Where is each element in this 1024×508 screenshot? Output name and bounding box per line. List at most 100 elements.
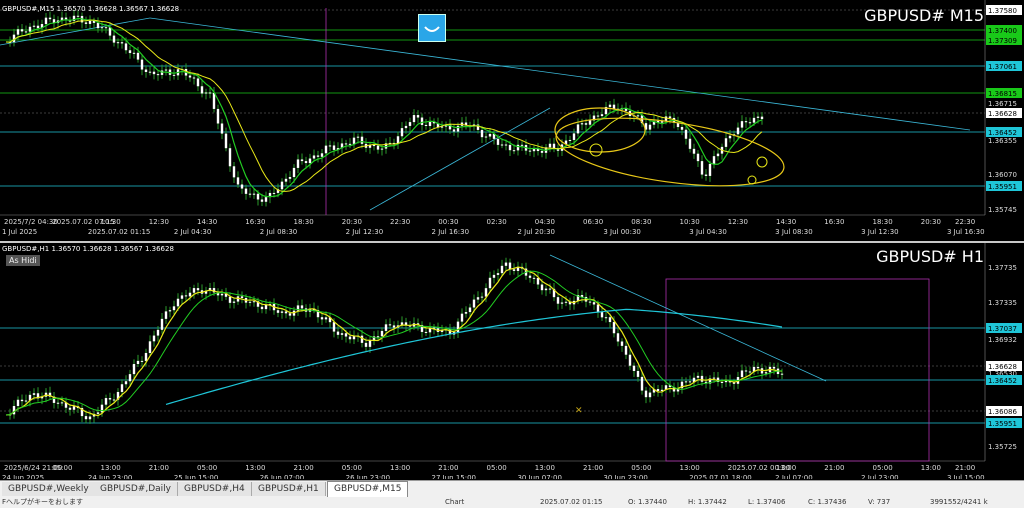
candle-body: [648, 392, 652, 398]
price-label: 1.37580: [988, 7, 1017, 15]
candle-body: [192, 77, 196, 79]
time-label: 18:30: [294, 218, 314, 226]
tab-weekly[interactable]: GBPUSD#,Weekly: [2, 482, 96, 496]
time-label: 12:30: [149, 218, 169, 226]
candle-body: [24, 400, 28, 402]
candle-body: [224, 133, 228, 149]
candle-body: [288, 177, 292, 179]
candle-body: [612, 104, 616, 109]
candle-body: [504, 144, 508, 146]
candle-body: [276, 310, 280, 313]
candle-body: [680, 127, 684, 130]
candle-body: [204, 92, 208, 94]
candle-body: [16, 399, 20, 407]
candle-body: [420, 117, 424, 125]
candle-body: [324, 145, 328, 154]
status-close: C: 1.37436: [808, 498, 847, 506]
candle-body: [608, 317, 612, 323]
candle-body: [460, 313, 464, 322]
candle-body: [580, 123, 584, 125]
candle-body: [384, 324, 388, 331]
candle-body: [168, 310, 172, 312]
candle-body: [332, 322, 336, 332]
status-volume: V: 737: [868, 498, 891, 506]
candle-body: [616, 333, 620, 342]
candle-body: [592, 302, 596, 305]
time-label: 05:00: [487, 464, 507, 472]
time-label: 14:30: [776, 218, 796, 226]
tab-h4[interactable]: GBPUSD#,H4: [178, 482, 252, 496]
candle-body: [124, 43, 128, 51]
candle-body: [772, 366, 776, 369]
candle-body: [100, 27, 104, 29]
chart-panel-m15[interactable]: 1.37580 1.37400 1.37309 1.37061 1.36815 1.367…: [0, 0, 1024, 242]
candle-body: [44, 17, 48, 25]
status-help: Fヘルプがキーをおします: [2, 498, 84, 506]
candle-body: [28, 26, 32, 32]
candle-body: [100, 404, 104, 413]
price-label: 1.37309: [988, 37, 1017, 45]
candle-body: [32, 25, 36, 27]
candle-body: [20, 399, 24, 402]
h1-header: GBPUSD#,H1 1.36570 1.36628 1.36567 1.366…: [2, 245, 174, 253]
as-hidi-label[interactable]: As Hidi: [6, 255, 40, 266]
time-label: 20:30: [921, 218, 941, 226]
candle-body: [424, 124, 428, 127]
candle-body: [20, 29, 24, 32]
candle-body: [596, 115, 600, 117]
candle-body: [300, 159, 304, 162]
candle-body: [244, 188, 248, 194]
candle-body: [636, 370, 640, 377]
drawn-circle: [756, 156, 768, 168]
candle-body: [660, 121, 664, 123]
candle-body: [640, 376, 644, 391]
candle-body: [360, 335, 364, 343]
m15-chart-canvas[interactable]: 1.37580 1.37400 1.37309 1.37061 1.36815 1.367…: [0, 0, 1024, 242]
candle-body: [572, 133, 576, 140]
candle-body: [700, 375, 704, 382]
candle-body: [552, 143, 556, 149]
time-label: 00:30: [438, 218, 458, 226]
candle-body: [380, 148, 384, 150]
candle-body: [712, 156, 716, 164]
price-label: 1.36715: [988, 100, 1017, 108]
time-label: 05:00: [342, 464, 362, 472]
time-label: 16:30: [245, 218, 265, 226]
moving-average-yellow: [5, 19, 763, 192]
candle-body: [484, 288, 488, 297]
moving-average-cyan: [165, 308, 783, 405]
date-label: 2 Jul 12:30: [346, 228, 384, 236]
candle-body: [668, 116, 672, 118]
chart-panel-h1[interactable]: 1.37735 1.37335 1.37037 1.36932 1.36628 1.365…: [0, 243, 1024, 479]
price-label: 1.36932: [988, 336, 1017, 344]
candle-body: [280, 181, 284, 190]
tab-h1[interactable]: GBPUSD#,H1: [252, 482, 326, 496]
candle-body: [72, 406, 76, 410]
candle-body: [568, 139, 572, 141]
h1-chart-canvas[interactable]: 1.377351.373351.370371.369321.366281.365…: [0, 243, 1024, 479]
candle-body: [240, 296, 244, 298]
candle-body: [316, 155, 320, 157]
candle-body: [600, 114, 604, 117]
candle-body: [368, 340, 372, 347]
trendline: [549, 254, 827, 382]
candle-body: [476, 297, 480, 300]
date-label: 3 Jul 08:30: [775, 228, 813, 236]
candle-body: [400, 128, 404, 137]
smile-icon[interactable]: [418, 14, 446, 42]
tab-m15[interactable]: GBPUSD#,M15: [327, 481, 409, 498]
candle-body: [688, 138, 692, 149]
candle-body: [140, 360, 144, 362]
time-label: 04:30: [535, 218, 555, 226]
candle-body: [300, 305, 304, 309]
candle-body: [236, 177, 240, 185]
candle-body: [220, 123, 224, 134]
candle-body: [156, 74, 160, 76]
status-high: H: 1.37442: [688, 498, 727, 506]
price-label: 1.36815: [988, 90, 1017, 98]
candle-body: [744, 121, 748, 123]
tab-daily[interactable]: GBPUSD#,Daily: [94, 482, 178, 496]
candle-body: [192, 288, 196, 293]
date-label: 24 Jun 2025: [2, 474, 44, 479]
candle-body: [136, 360, 140, 365]
